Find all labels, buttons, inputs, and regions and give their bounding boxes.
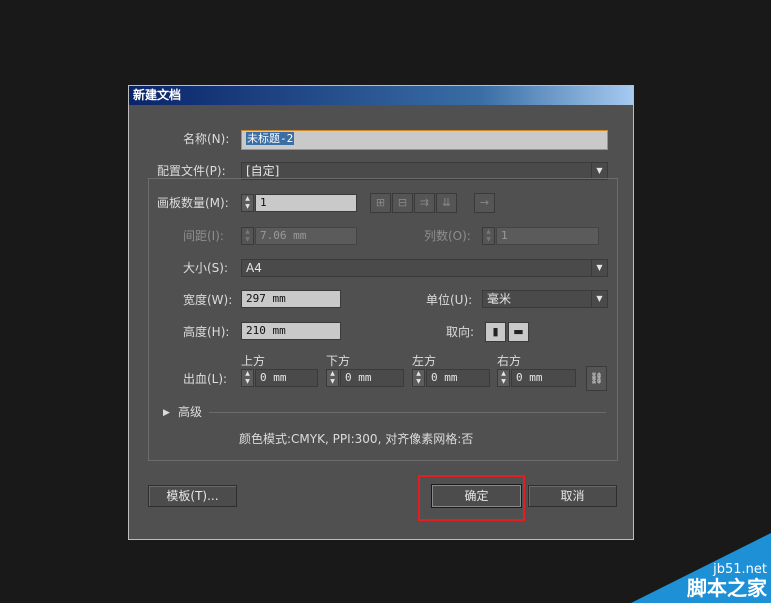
dialog-title: 新建文档 <box>129 86 633 105</box>
bleed-right-label: 右方 <box>497 354 522 368</box>
profile-label: 配置文件(P): <box>157 164 226 178</box>
size-select-value: A4 <box>246 261 262 275</box>
grid-by-column-icon[interactable]: ⊟ <box>392 193 413 213</box>
orientation-label: 取向: <box>446 325 475 339</box>
artboards-label: 画板数量(M): <box>157 196 229 210</box>
columns-stepper[interactable]: ▲ ▼ <box>482 227 495 245</box>
watermark: jb51.net 脚本之家 <box>631 533 771 603</box>
profile-select-value: [自定] <box>246 164 280 178</box>
bleed-top-field[interactable]: 0 mm <box>255 369 318 387</box>
chevron-down-icon: ▼ <box>591 291 607 307</box>
size-label: 大小(S): <box>183 261 229 275</box>
chevron-down-icon: ▼ <box>591 163 607 179</box>
portrait-orientation-icon[interactable]: ▮ <box>485 322 506 342</box>
chevron-right-icon[interactable]: ▶ <box>163 405 170 421</box>
bleed-bottom-stepper[interactable]: ▲ ▼ <box>326 369 339 387</box>
columns-field[interactable]: 1 <box>496 227 599 245</box>
settings-group <box>148 178 618 461</box>
name-field-value: 未标题-2 <box>246 132 295 145</box>
artboards-field[interactable]: 1 <box>255 194 357 212</box>
height-label: 高度(H): <box>183 325 230 339</box>
width-field[interactable]: 297 mm <box>241 290 341 308</box>
bleed-left-field[interactable]: 0 mm <box>426 369 490 387</box>
advanced-toggle[interactable]: 高级 <box>178 404 202 420</box>
watermark-site: 脚本之家 <box>687 576 767 600</box>
highlight-box <box>418 475 525 521</box>
height-field[interactable]: 210 mm <box>241 322 341 340</box>
name-label: 名称(N): <box>183 132 230 146</box>
summary-text: 颜色模式:CMYK, PPI:300, 对齐像素网格:否 <box>239 432 474 446</box>
width-label: 宽度(W): <box>183 293 233 307</box>
bleed-left-label: 左方 <box>412 354 437 368</box>
link-bleed-icon[interactable]: ⛓ <box>586 366 607 391</box>
arrange-by-row-icon[interactable]: ⇉ <box>414 193 435 213</box>
new-document-dialog: 新建文档 名称(N): 未标题-2 配置文件(P): [自定] ▼ 画板数量(M… <box>128 85 634 540</box>
bleed-bottom-label: 下方 <box>326 354 351 368</box>
templates-button[interactable]: 模板(T)... <box>148 485 237 507</box>
bleed-left-stepper[interactable]: ▲ ▼ <box>412 369 425 387</box>
name-field[interactable]: 未标题-2 <box>241 130 608 150</box>
advanced-divider <box>209 412 606 413</box>
size-select[interactable]: A4 ▼ <box>241 259 608 277</box>
bleed-top-stepper[interactable]: ▲ ▼ <box>241 369 254 387</box>
units-label: 单位(U): <box>426 293 473 307</box>
spacing-field[interactable]: 7.06 mm <box>255 227 357 245</box>
spacing-stepper[interactable]: ▲ ▼ <box>241 227 254 245</box>
bleed-bottom-field[interactable]: 0 mm <box>340 369 404 387</box>
bleed-top-label: 上方 <box>241 354 266 368</box>
units-select[interactable]: 毫米 ▼ <box>482 290 608 308</box>
grid-by-row-icon[interactable]: ⊞ <box>370 193 391 213</box>
spacing-label: 间距(I): <box>183 229 224 243</box>
arrange-by-column-icon[interactable]: ⇊ <box>436 193 457 213</box>
units-select-value: 毫米 <box>487 292 512 306</box>
cancel-button[interactable]: 取消 <box>528 485 617 507</box>
right-to-left-icon[interactable]: → <box>474 193 495 213</box>
bleed-label: 出血(L): <box>183 372 228 386</box>
chevron-down-icon: ▼ <box>591 260 607 276</box>
bleed-right-stepper[interactable]: ▲ ▼ <box>497 369 510 387</box>
artboards-stepper[interactable]: ▲ ▼ <box>241 194 254 212</box>
bleed-right-field[interactable]: 0 mm <box>511 369 576 387</box>
columns-label: 列数(O): <box>424 229 471 243</box>
landscape-orientation-icon[interactable]: ▬ <box>508 322 529 342</box>
